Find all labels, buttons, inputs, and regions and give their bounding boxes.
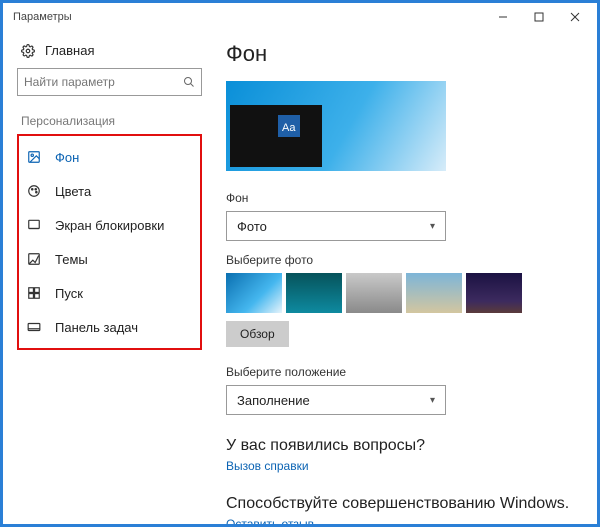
home-link[interactable]: Главная xyxy=(17,37,202,68)
search-box[interactable] xyxy=(17,68,202,96)
maximize-button[interactable] xyxy=(521,5,557,29)
nav-item-themes[interactable]: Темы xyxy=(19,242,200,276)
minimize-button[interactable] xyxy=(485,5,521,29)
photo-thumb-3[interactable] xyxy=(346,273,402,313)
nav-item-lockscreen[interactable]: Экран блокировки xyxy=(19,208,200,242)
nav-item-background[interactable]: Фон xyxy=(19,140,200,174)
nav-highlight: Фон Цвета Экран блокировки Темы xyxy=(17,134,202,350)
preview-tile-text: Aa xyxy=(282,122,295,134)
feedback-link[interactable]: Оставить отзыв xyxy=(226,517,583,524)
lockscreen-icon xyxy=(27,218,43,232)
nav-label: Пуск xyxy=(55,286,83,301)
nav-label: Цвета xyxy=(55,184,91,199)
chevron-down-icon: ▾ xyxy=(430,395,435,406)
feedback-block: Способствуйте совершенствованию Windows.… xyxy=(226,495,583,524)
search-icon xyxy=(183,76,195,88)
nav-item-colors[interactable]: Цвета xyxy=(19,174,200,208)
nav-item-taskbar[interactable]: Панель задач xyxy=(19,310,200,344)
window-title: Параметры xyxy=(7,11,485,23)
sidebar: Главная Персонализация Фон Цвета xyxy=(17,37,202,524)
start-icon xyxy=(27,286,43,300)
photo-thumb-4[interactable] xyxy=(406,273,462,313)
background-label: Фон xyxy=(226,191,583,205)
section-label: Персонализация xyxy=(21,114,202,128)
chevron-down-icon: ▾ xyxy=(430,221,435,232)
image-icon xyxy=(27,150,43,164)
search-input[interactable] xyxy=(24,75,183,89)
palette-icon xyxy=(27,184,43,198)
nav-item-start[interactable]: Пуск xyxy=(19,276,200,310)
nav-label: Экран блокировки xyxy=(55,218,164,233)
close-button[interactable] xyxy=(557,5,593,29)
main-panel: Фон Aa Фон Фото ▾ Выберите фото Обзор Вы… xyxy=(202,37,583,524)
photo-thumb-2[interactable] xyxy=(286,273,342,313)
help-link[interactable]: Вызов справки xyxy=(226,459,583,473)
background-dropdown-value: Фото xyxy=(237,219,267,234)
photo-thumbnails xyxy=(226,273,583,313)
browse-button[interactable]: Обзор xyxy=(226,321,289,347)
background-dropdown[interactable]: Фото ▾ xyxy=(226,211,446,241)
home-label: Главная xyxy=(45,43,94,58)
help-block: У вас появились вопросы? Вызов справки xyxy=(226,437,583,473)
content: Главная Персонализация Фон Цвета xyxy=(3,31,597,524)
help-title: У вас появились вопросы? xyxy=(226,437,583,455)
titlebar: Параметры xyxy=(3,3,597,31)
choose-photo-label: Выберите фото xyxy=(226,253,583,267)
gear-icon xyxy=(21,44,35,58)
page-title: Фон xyxy=(226,41,583,67)
nav-label: Темы xyxy=(55,252,88,267)
fit-label: Выберите положение xyxy=(226,365,583,379)
themes-icon xyxy=(27,252,43,266)
photo-thumb-1[interactable] xyxy=(226,273,282,313)
fit-dropdown[interactable]: Заполнение ▾ xyxy=(226,385,446,415)
feedback-title: Способствуйте совершенствованию Windows. xyxy=(226,495,583,513)
taskbar-icon xyxy=(27,320,43,334)
fit-dropdown-value: Заполнение xyxy=(237,393,310,408)
photo-thumb-5[interactable] xyxy=(466,273,522,313)
nav-label: Панель задач xyxy=(55,320,138,335)
background-preview: Aa xyxy=(226,81,446,171)
nav-label: Фон xyxy=(55,150,79,165)
